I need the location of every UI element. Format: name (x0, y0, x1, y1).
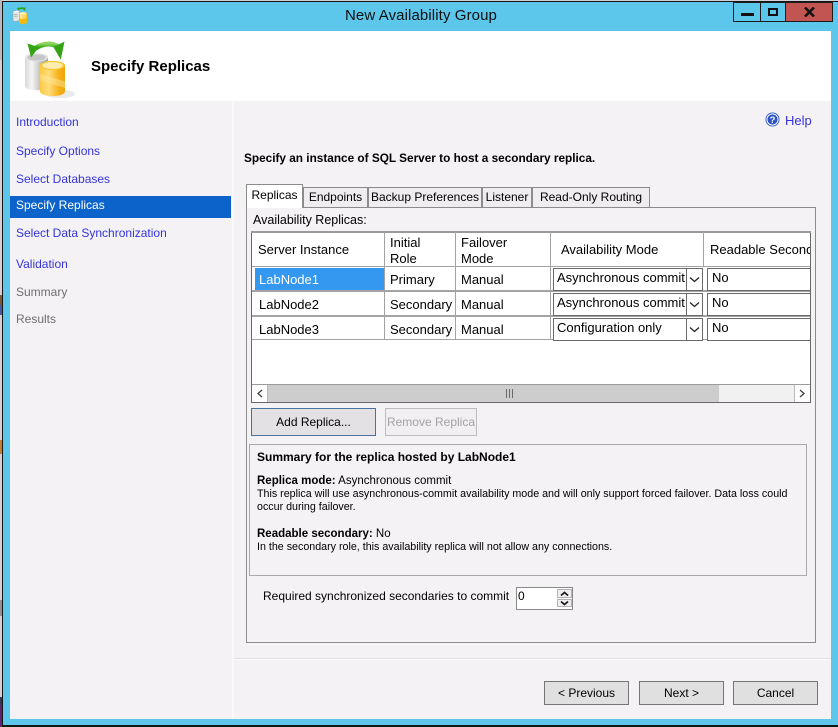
svg-text:?: ? (770, 115, 776, 126)
